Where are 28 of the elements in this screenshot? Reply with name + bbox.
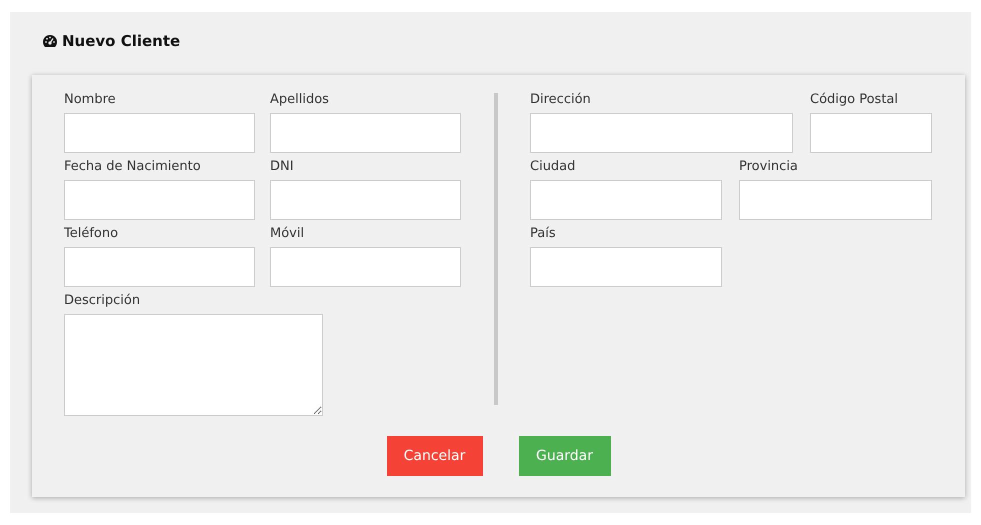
field-label: Ciudad	[530, 158, 576, 176]
input-field[interactable]	[64, 247, 255, 287]
input-field[interactable]	[530, 113, 793, 153]
cancel-button[interactable]: Cancelar	[386, 436, 482, 476]
input-field[interactable]	[739, 180, 932, 220]
input-field[interactable]	[270, 180, 461, 220]
field-label: País	[530, 225, 557, 243]
input-field[interactable]	[270, 113, 461, 153]
field-label: Fecha de Nacimiento	[64, 158, 202, 176]
form-title: Nuevo Cliente	[62, 32, 180, 50]
field-label: Apellidos	[270, 91, 330, 109]
input-field[interactable]	[530, 247, 722, 287]
input-field[interactable]	[64, 113, 255, 153]
input-field[interactable]	[530, 180, 722, 220]
description-field[interactable]	[64, 314, 323, 416]
field-label: DNI	[270, 158, 295, 176]
input-field[interactable]	[810, 113, 932, 153]
field-label: Dirección	[530, 91, 592, 109]
field-label: Móvil	[270, 225, 306, 243]
field-label: Teléfono	[64, 225, 120, 243]
field-label: Nombre	[64, 91, 117, 109]
field-label: Provincia	[739, 158, 799, 176]
input-field[interactable]	[64, 180, 255, 220]
input-field[interactable]	[270, 247, 461, 287]
field-label: Descripción	[64, 292, 142, 310]
save-button[interactable]: Guardar	[518, 436, 610, 476]
dashboard-icon	[42, 34, 58, 48]
field-label: Código Postal	[810, 91, 900, 109]
